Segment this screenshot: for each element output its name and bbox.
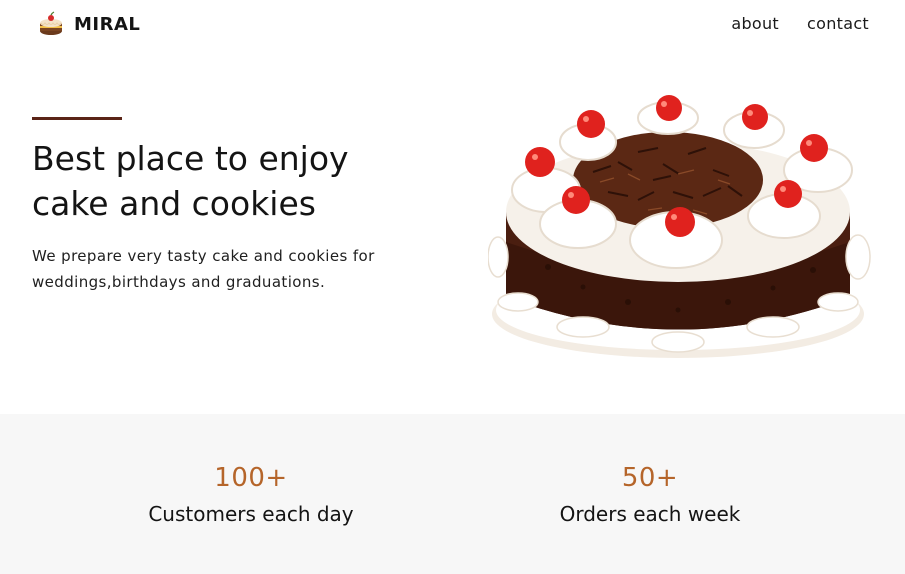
nav-link-contact[interactable]: contact <box>807 14 869 33</box>
page: MIRAL about contact Best place to enjoy … <box>0 0 905 574</box>
stat-customers-label: Customers each day <box>148 502 354 526</box>
nav-link-about[interactable]: about <box>731 14 779 33</box>
stat-customers: 100+ Customers each day <box>101 461 401 528</box>
stats-section: 100+ Customers each day 50+ Orders each … <box>0 414 905 574</box>
black-forest-cake-image <box>488 95 871 358</box>
hero-accent-rule <box>32 117 122 120</box>
brand-logo-link[interactable]: MIRAL <box>38 11 140 37</box>
stat-orders-label: Orders each week <box>559 502 741 526</box>
stat-orders-value: 50+ <box>621 463 679 493</box>
hero-subtitle: We prepare very tasty cake and cookies f… <box>32 247 375 291</box>
hero-title-line-2: cake and cookies <box>32 184 316 223</box>
cake-icon <box>40 11 62 35</box>
brand-name: MIRAL <box>74 13 141 35</box>
hero-title-line-1: Best place to enjoy <box>32 139 349 178</box>
nav-links: about contact <box>731 14 869 33</box>
hero-title: Best place to enjoy cake and cookies <box>32 136 462 226</box>
stat-customers-value: 100+ <box>214 463 288 493</box>
top-nav: MIRAL about contact <box>0 0 905 50</box>
stat-orders: 50+ Orders each week <box>500 461 800 528</box>
